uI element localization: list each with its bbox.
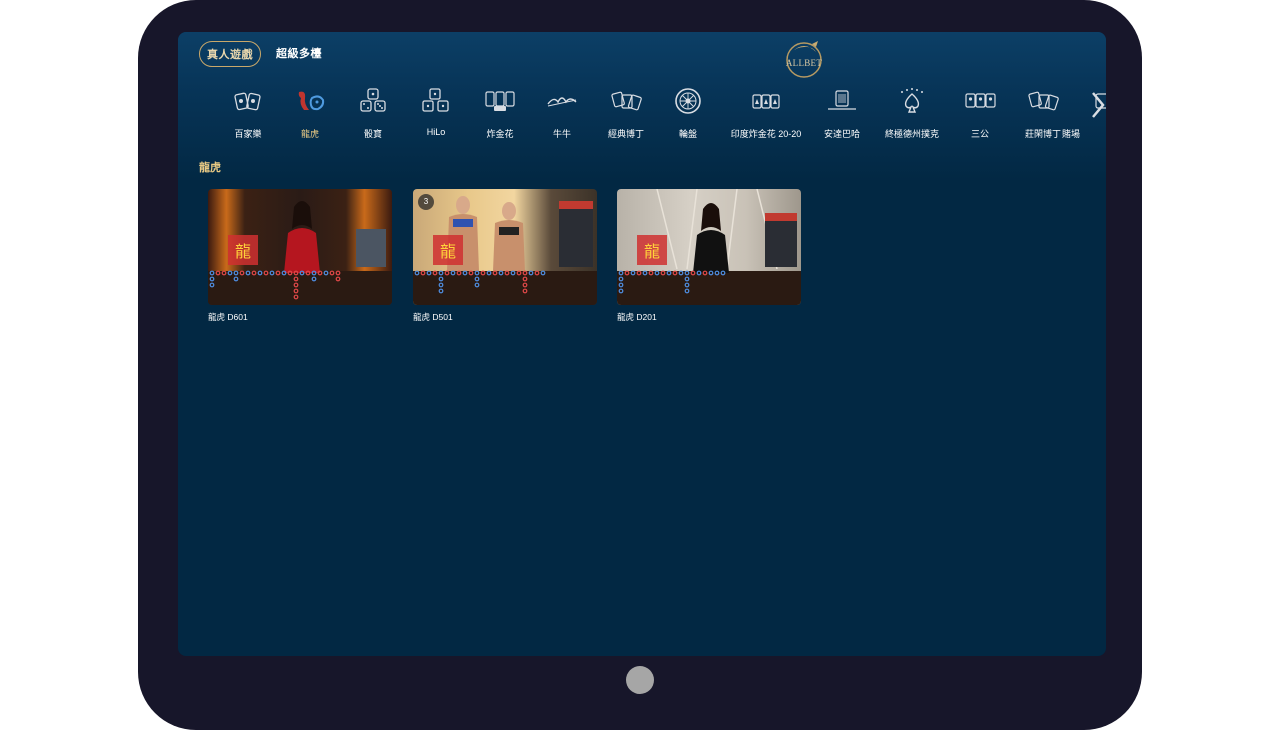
roulette-icon xyxy=(675,88,701,114)
online-count-badge: 3 xyxy=(418,194,434,210)
tablet-frame: 真人遊戲 超級多檯 ALLBET 百家樂 龍虎 骰寶 HiLo 炸金花 牛牛 經… xyxy=(138,0,1142,730)
table-card-d501[interactable]: 龍 3 龍虎 D501 xyxy=(413,189,597,323)
svg-text:龍: 龍 xyxy=(644,242,660,261)
section-title: 龍虎 xyxy=(199,162,221,174)
three-cards-icon xyxy=(485,91,515,111)
table-name: 龍虎 D601 xyxy=(208,312,248,322)
baccarat-cards-icon xyxy=(234,92,261,111)
hilo-dice-icon xyxy=(422,88,449,112)
dealer-video-frame: 龍 xyxy=(413,196,597,305)
pontoon-cards-icon xyxy=(611,91,642,111)
category-nav: 百家樂 龍虎 骰寶 HiLo 炸金花 牛牛 經典博丁 輪盤 印度炸金花 20-2… xyxy=(178,84,1106,144)
table-name: 龍虎 D501 xyxy=(413,312,453,322)
tab-multi-table[interactable]: 超級多檯 xyxy=(276,41,322,67)
dice-icon xyxy=(360,88,386,112)
dragon-tiger-icon xyxy=(298,91,325,111)
category-teen-patti[interactable]: 印度炸金花 20-20 xyxy=(728,84,804,142)
teen-patti-icon xyxy=(752,94,780,109)
table-thumbnail[interactable]: 龍 xyxy=(617,189,801,305)
andar-bahar-icon xyxy=(828,90,856,110)
chevron-right-icon[interactable] xyxy=(1090,90,1106,120)
spade-icon xyxy=(901,88,923,113)
table-thumbnail[interactable]: 龍 xyxy=(208,189,392,305)
table-thumbnail[interactable]: 龍 3 xyxy=(413,189,597,305)
bull-icon xyxy=(547,97,577,107)
table-card-d601[interactable]: 龍 龍虎 D601 xyxy=(208,189,392,323)
home-button[interactable] xyxy=(626,666,654,694)
allbet-logo: ALLBET xyxy=(782,38,826,82)
banker-player-cards-icon xyxy=(1028,91,1059,111)
table-card-d201[interactable]: 龍 龍虎 D201 xyxy=(617,189,801,323)
app-screen: 真人遊戲 超級多檯 ALLBET 百家樂 龍虎 骰寶 HiLo 炸金花 牛牛 經… xyxy=(178,32,1106,656)
three-face-cards-icon xyxy=(965,93,996,108)
table-name: 龍虎 D201 xyxy=(617,312,657,322)
logo-wordmark: ALLBET xyxy=(785,58,823,68)
svg-text:龍: 龍 xyxy=(440,242,456,261)
dealer-video-frame: 龍 xyxy=(617,189,801,305)
category-roulette[interactable]: 輪盤 xyxy=(650,84,726,142)
dealer-video-frame: 龍 xyxy=(208,201,392,305)
svg-text:龍: 龍 xyxy=(235,242,251,261)
tab-live-games[interactable]: 真人遊戲 xyxy=(199,41,261,67)
category-label: 賭場 xyxy=(1062,129,1081,139)
